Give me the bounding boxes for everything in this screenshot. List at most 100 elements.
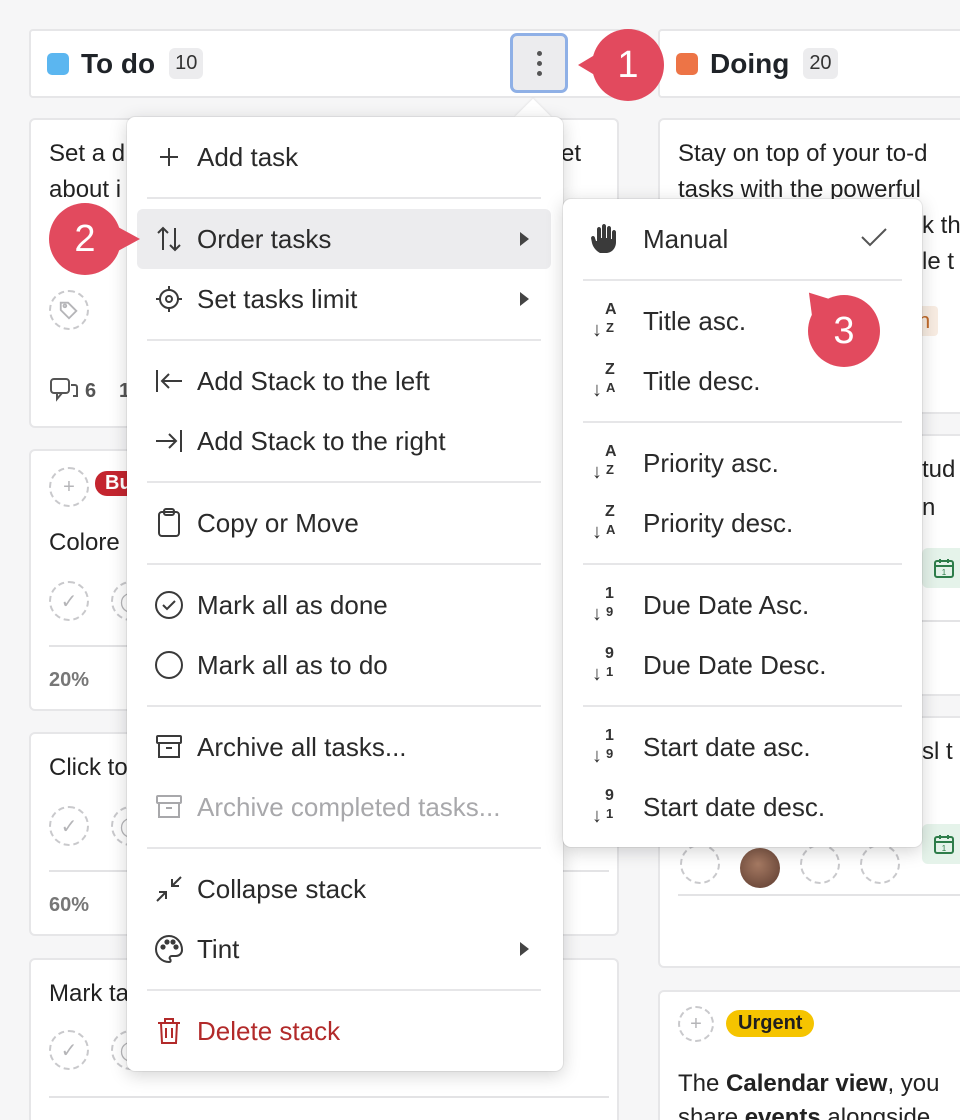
task-card[interactable]: + Urgent The Calendar view, you share ev… (658, 990, 960, 1120)
tag-badge: Urgent (726, 1010, 815, 1037)
sort-numeric-desc-icon: ↓ 9 1 (592, 787, 614, 827)
stack-color-swatch (47, 52, 69, 75)
step-marker-3: 3 (808, 295, 880, 367)
add-tag-icon[interactable]: + (49, 467, 89, 507)
progress-percent: 20% (49, 669, 90, 691)
card-divider (678, 894, 960, 896)
check-icon[interactable]: ✓ (49, 1030, 89, 1070)
check-icon[interactable] (680, 844, 720, 884)
menu-divider (147, 563, 541, 565)
stack-color-swatch (676, 52, 698, 75)
calendar-icon: 1 (922, 548, 960, 588)
menu-item-add-task[interactable]: Add task (137, 127, 551, 187)
stack-title: Doing (710, 47, 790, 79)
menu-item-copy-or-move[interactable]: Copy or Move (137, 493, 551, 553)
clipboard-icon (149, 508, 189, 538)
menu-item-tint[interactable]: Tint (137, 919, 551, 979)
priority-icon[interactable] (860, 844, 900, 884)
task-title-line2: n (922, 494, 936, 521)
menu-item-mark-all-todo[interactable]: Mark all as to do (137, 635, 551, 695)
check-icon[interactable]: ✓ (49, 806, 89, 846)
sort-option-manual[interactable]: Manual (573, 209, 912, 269)
tag-icon[interactable] (49, 290, 89, 330)
trash-icon (149, 1016, 189, 1046)
sort-option-priority-asc[interactable]: ↓ A Z Priority asc. (573, 433, 912, 493)
stack-header-doing: Doing 20 (658, 29, 960, 98)
card-divider (49, 1096, 609, 1098)
sort-option-due-date-asc[interactable]: ↓ 1 9 Due Date Asc. (573, 575, 912, 635)
plus-icon (149, 145, 189, 169)
sort-option-priority-desc[interactable]: ↓ Z A Priority desc. (573, 493, 912, 553)
archive-icon (149, 734, 189, 760)
arrow-left-bar-icon (149, 368, 189, 394)
collapse-icon (149, 875, 189, 903)
svg-text:1: 1 (942, 844, 947, 853)
progress-percent: 60% (49, 894, 90, 916)
avatar (740, 848, 780, 888)
sort-alpha-asc-icon: ↓ A Z (592, 443, 617, 483)
stack-count-badge: 20 (803, 48, 838, 79)
menu-divider (147, 481, 541, 483)
menu-divider (147, 339, 541, 341)
palette-icon (149, 934, 189, 964)
calendar-icon: 1 (922, 824, 960, 864)
sort-numeric-desc-icon: ↓ 9 1 (592, 645, 614, 685)
check-icon[interactable]: ✓ (49, 581, 89, 621)
task-title-line3: k th (922, 212, 960, 239)
menu-divider (147, 989, 541, 991)
circle-icon (149, 650, 189, 680)
checkmark-icon (860, 226, 888, 253)
menu-item-add-stack-left[interactable]: Add Stack to the left (137, 351, 551, 411)
step-marker-2: 2 (49, 203, 121, 275)
menu-divider (583, 279, 902, 281)
menu-divider (147, 705, 541, 707)
menu-item-add-stack-right[interactable]: Add Stack to the right (137, 411, 551, 471)
task-title: tud (922, 456, 956, 483)
add-tag-icon[interactable]: + (678, 1006, 714, 1042)
archive-icon (149, 794, 189, 820)
menu-item-archive-all[interactable]: Archive all tasks... (137, 717, 551, 777)
task-title: Colore (49, 529, 120, 556)
task-title-fragment: et (561, 140, 582, 167)
sort-numeric-asc-icon: ↓ 1 9 (592, 727, 614, 767)
stack-title: To do (81, 47, 156, 79)
sort-option-start-date-asc[interactable]: ↓ 1 9 Start date asc. (573, 717, 912, 777)
sort-arrows-icon (149, 226, 189, 252)
assignee-icon[interactable] (800, 844, 840, 884)
stack-header-todo: To do 10 (29, 29, 641, 98)
menu-item-archive-completed: Archive completed tasks... (137, 777, 551, 837)
step-marker-1: 1 (592, 29, 664, 101)
sort-alpha-desc-icon: ↓ Z A (592, 361, 616, 401)
arrow-right-bar-icon (149, 428, 189, 454)
menu-divider (583, 563, 902, 565)
menu-divider (583, 421, 902, 423)
sort-numeric-asc-icon: ↓ 1 9 (592, 585, 614, 625)
task-title: The Calendar view, you (678, 1070, 940, 1097)
comment-count: 6 (85, 380, 97, 402)
task-title: Set a d (49, 140, 126, 167)
sort-option-start-date-desc[interactable]: ↓ 9 1 Start date desc. (573, 777, 912, 837)
target-icon (149, 285, 189, 313)
menu-item-mark-all-done[interactable]: Mark all as done (137, 575, 551, 635)
menu-item-set-tasks-limit[interactable]: Set tasks limit (137, 269, 551, 329)
menu-item-order-tasks[interactable]: Order tasks (137, 209, 551, 269)
menu-divider (147, 847, 541, 849)
task-title: Stay on top of your to-d (678, 140, 928, 167)
comment-icon (49, 376, 79, 409)
check-circle-icon (149, 590, 189, 620)
sort-alpha-desc-icon: ↓ Z A (592, 503, 616, 543)
task-title-line2: share events alongside (678, 1104, 931, 1120)
sort-option-due-date-desc[interactable]: ↓ 9 1 Due Date Desc. (573, 635, 912, 695)
marker-tail (118, 227, 140, 251)
menu-item-collapse-stack[interactable]: Collapse stack (137, 859, 551, 919)
hand-icon (585, 223, 625, 255)
chevron-right-icon (520, 232, 529, 246)
chevron-right-icon (520, 292, 529, 306)
menu-divider (583, 705, 902, 707)
menu-item-delete-stack[interactable]: Delete stack (137, 1001, 551, 1061)
chevron-right-icon (520, 942, 529, 956)
task-title: Mark ta (49, 980, 130, 1007)
stack-menu-button[interactable] (510, 33, 568, 93)
svg-text:1: 1 (942, 568, 947, 577)
task-title-line4: le t (922, 248, 955, 275)
